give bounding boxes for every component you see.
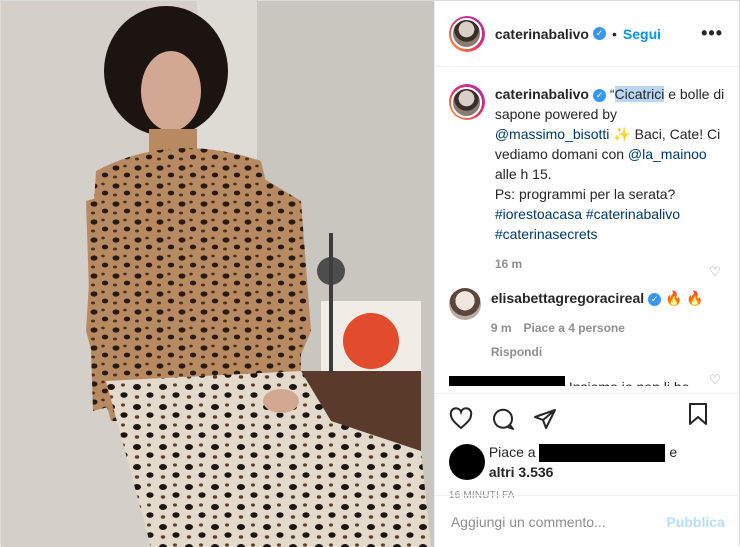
hashtag-link[interactable]: #caterinasecrets <box>495 226 598 242</box>
instagram-post: caterinabalivo ✓ • Segui ••• caterinabal… <box>0 0 740 547</box>
action-icons <box>449 402 727 436</box>
verified-icon: ✓ <box>592 27 606 40</box>
comment-body: elisabettagregoracireal ✓ 🔥 🔥 9 m Piace a … <box>491 288 721 362</box>
add-comment-bar: Pubblica <box>434 495 740 547</box>
caption-text-4: Ps: programmi per la serata? <box>494 186 676 202</box>
caption-quote: “ <box>609 86 615 102</box>
verified-icon: ✓ <box>648 293 662 306</box>
publish-button[interactable]: Pubblica <box>666 514 724 530</box>
likes-text: Piace a e altri 3.536 <box>489 442 677 482</box>
comment: Insieme io non li ho ♡ <box>448 372 725 386</box>
likes-row: Piace a e altri 3.536 <box>448 442 727 482</box>
likes-suffix: e <box>669 444 678 460</box>
separator-dot: • <box>611 25 617 42</box>
comments-section[interactable]: caterinabalivo ✓ “Cicatrici e bolle di sa… <box>435 68 740 386</box>
likes-prefix: Piace a <box>488 444 536 460</box>
heart-icon[interactable] <box>449 407 473 431</box>
comment-heart-icon[interactable]: ♡ <box>709 264 721 280</box>
hashtag-link[interactable]: #caterinabalivo <box>586 206 680 222</box>
comment-text: 🔥 🔥 <box>665 290 704 306</box>
caption: caterinabalivo ✓ “Cicatrici e bolle di sa… <box>448 84 725 274</box>
post-side-panel: caterinabalivo ✓ • Segui ••• caterinabal… <box>433 1 740 547</box>
commenter-avatar[interactable] <box>448 288 481 320</box>
comment-heart-icon[interactable]: ♡ <box>709 372 721 386</box>
comment-meta: 9 m Piace a 4 persone <box>491 318 721 338</box>
hashtag-link[interactable]: #iorestoacasa <box>495 206 582 222</box>
comment-icon[interactable] <box>491 407 515 431</box>
redacted-username <box>448 376 565 386</box>
liker-avatar[interactable] <box>448 444 485 481</box>
mention-link[interactable]: @la_mainoo <box>628 146 707 162</box>
author-username[interactable]: caterinabalivo <box>495 26 589 42</box>
comment: elisabettagregoracireal ✓ 🔥 🔥 9 m Piace a … <box>448 264 725 362</box>
sparkle: ✨ <box>609 126 635 142</box>
verified-icon: ✓ <box>592 89 606 102</box>
more-icon[interactable]: ••• <box>701 23 723 44</box>
mention-link[interactable]: @massimo_bisotti <box>495 126 610 142</box>
caption-username[interactable]: caterinabalivo <box>495 86 589 102</box>
comment-likes[interactable]: Piace a 4 persone <box>524 321 625 335</box>
caption-highlight: Cicatrici <box>614 86 665 102</box>
caption-age[interactable]: 16 m <box>495 257 522 271</box>
caption-meta: 16 m <box>495 254 725 274</box>
comment-text: Insieme io non li ho <box>569 376 690 386</box>
share-icon[interactable] <box>533 407 557 431</box>
post-photo[interactable] <box>1 1 434 547</box>
caption-avatar[interactable] <box>448 84 485 120</box>
comment-age[interactable]: 9 m <box>491 321 512 335</box>
author-avatar[interactable] <box>448 15 485 52</box>
bookmark-icon[interactable] <box>687 402 709 426</box>
post-actions: Piace a e altri 3.536 16 MINUTI FA <box>434 393 740 501</box>
caption-body: caterinabalivo ✓ “Cicatrici e bolle di sa… <box>495 84 725 274</box>
follow-button[interactable]: Segui <box>623 26 661 42</box>
post-header: caterinabalivo ✓ • Segui ••• <box>434 1 739 67</box>
likes-count[interactable]: altri 3.536 <box>489 464 554 480</box>
photo-illustration <box>1 1 434 547</box>
redacted-liker <box>539 444 666 463</box>
caption-text-3: alle h 15. <box>494 166 552 182</box>
reply-button[interactable]: Rispondi <box>491 345 542 359</box>
comment-input[interactable] <box>450 513 651 530</box>
commenter-username[interactable]: elisabettagregoracireal <box>491 290 644 306</box>
reply-row: Rispondi <box>491 342 721 362</box>
